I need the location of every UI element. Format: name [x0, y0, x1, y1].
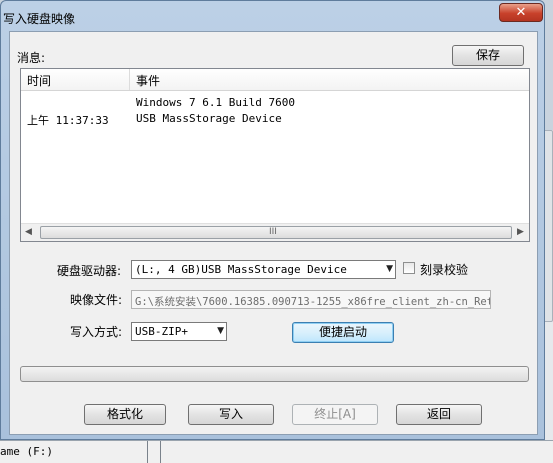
stop-button[interactable]: 终止[A] — [292, 404, 378, 425]
log-row-time: 上午 11:37:33 — [27, 114, 109, 127]
background-status-bar: ame (F:) — [0, 440, 553, 463]
message-log-list[interactable]: 时间 事件 上午 11:37:33 Windows 7 6.1 Build 76… — [20, 68, 530, 242]
column-header-event[interactable]: 事件 — [136, 72, 160, 89]
write-button[interactable]: 写入 — [188, 404, 274, 425]
format-button[interactable]: 格式化 — [84, 404, 166, 425]
write-method-label: 写入方式: — [70, 325, 123, 339]
messages-label: 消息: — [17, 51, 46, 65]
dialog-client-area: 消息: 保存 时间 事件 上午 11:37:33 Windows 7 6.1 B… — [9, 31, 538, 435]
dialog-title: 写入硬盘映像 — [3, 12, 76, 26]
scroll-thumb[interactable]: III — [40, 226, 512, 239]
image-file-value: G:\系统安装\7600.16385.090713-1255_x86fre_cl… — [135, 296, 491, 308]
image-file-label: 映像文件: — [70, 293, 123, 307]
write-method-select[interactable]: USB-ZIP+ ▼ — [131, 322, 227, 341]
close-icon: ✕ — [515, 5, 527, 20]
drive-value: (L:, 4 GB)USB MassStorage Device — [135, 263, 347, 276]
log-horizontal-scrollbar[interactable]: ◀ III ▶ — [21, 223, 529, 241]
write-disk-image-dialog: 写入硬盘映像 ✕ 消息: 保存 时间 事件 上午 11:37:33 Window… — [0, 0, 545, 440]
log-row-event: USB MassStorage Device — [136, 112, 282, 125]
column-header-time[interactable]: 时间 — [27, 72, 51, 89]
scroll-left-icon[interactable]: ◀ — [25, 227, 32, 237]
scroll-right-icon[interactable]: ▶ — [517, 227, 524, 237]
log-row-event: Windows 7 6.1 Build 7600 — [136, 96, 295, 109]
title-bar[interactable]: 写入硬盘映像 ✕ — [1, 1, 544, 31]
drive-label: 硬盘驱动器: — [57, 264, 122, 278]
back-button[interactable]: 返回 — [396, 404, 482, 425]
background-divider — [147, 441, 148, 463]
quick-boot-button[interactable]: 便捷启动 — [292, 322, 394, 343]
close-button[interactable]: ✕ — [499, 3, 543, 22]
log-header: 时间 事件 — [21, 69, 529, 91]
background-status-text: ame (F:) — [0, 445, 53, 458]
write-method-value: USB-ZIP+ — [135, 325, 188, 338]
save-button[interactable]: 保存 — [452, 45, 524, 66]
write-progress-bar — [20, 366, 529, 382]
drive-select[interactable]: (L:, 4 GB)USB MassStorage Device ▼ — [131, 260, 396, 279]
background-divider — [160, 441, 161, 463]
grip-icon: III — [269, 227, 277, 237]
verify-checkbox[interactable] — [403, 262, 415, 274]
column-divider[interactable] — [129, 69, 130, 90]
chevron-down-icon: ▼ — [217, 326, 224, 336]
chevron-down-icon: ▼ — [386, 264, 393, 274]
verify-label[interactable]: 刻录校验 — [420, 261, 468, 278]
image-file-field[interactable]: G:\系统安装\7600.16385.090713-1255_x86fre_cl… — [131, 290, 491, 309]
